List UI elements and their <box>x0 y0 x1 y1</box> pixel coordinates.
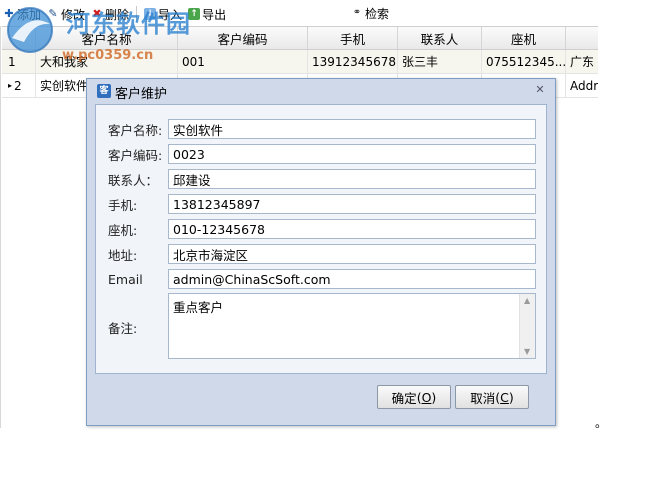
header-index <box>2 27 36 49</box>
field-row-mobile: 手机: <box>108 194 542 214</box>
customer-code-input[interactable] <box>168 144 536 164</box>
trailing-mark: 。 <box>595 416 608 430</box>
scroll-up-icon[interactable]: ▲ <box>524 296 530 305</box>
dialog-titlebar[interactable]: 客 客户维护 ✕ <box>87 79 555 103</box>
table-row[interactable]: 1 大和我家 001 13912345678 张三丰 075512345... … <box>2 50 598 74</box>
dialog-title: 客户维护 <box>115 87 168 102</box>
field-row-name: 客户名称: <box>108 119 542 139</box>
binoculars-icon: ⚭ <box>352 7 362 18</box>
mobile-input[interactable] <box>168 194 536 214</box>
add-button[interactable]: ✚ 添加 <box>0 3 44 25</box>
ok-button[interactable]: 确定(O) <box>377 385 451 409</box>
header-mobile[interactable]: 手机 <box>308 27 398 49</box>
import-icon: ↓ <box>144 8 157 20</box>
contact-input[interactable] <box>168 169 536 189</box>
email-label: Email <box>108 271 143 287</box>
grid-header: 客户名称 客户编码 手机 联系人 座机 <box>2 26 598 50</box>
address-input[interactable] <box>168 244 536 264</box>
ok-shortcut: O <box>421 389 432 405</box>
edit-label: 修改 <box>61 7 86 22</box>
header-address[interactable] <box>566 27 598 49</box>
ok-label: 确定 <box>391 390 417 406</box>
delete-button[interactable]: ✖ 删除 <box>88 3 132 25</box>
header-name[interactable]: 客户名称 <box>36 27 178 49</box>
cancel-label: 取消 <box>470 390 496 406</box>
grid-left-border <box>0 26 1 428</box>
export-button[interactable]: ↑ 导出 <box>185 3 229 25</box>
pencil-icon: ✎ <box>48 7 58 20</box>
cell-code[interactable]: 001 <box>178 50 308 73</box>
customer-dialog: 客 客户维护 ✕ 客户名称: 客户编码: 联系人： 手机: 座机: 地址: <box>86 78 556 426</box>
cell-mobile[interactable]: 13912345678 <box>308 50 398 73</box>
export-label: 导出 <box>202 7 227 22</box>
add-label: 添加 <box>17 7 42 22</box>
note-textarea[interactable]: 重点客户 ▲ ▼ <box>168 293 536 359</box>
search-label: 检索 <box>365 6 390 21</box>
toolbar: ✚ 添加 ✎ 修改 ✖ 删除 ↓ 导入 ↑ 导出 <box>0 2 600 26</box>
contact-label: 联系人： <box>108 172 159 188</box>
field-row-email: Email <box>108 269 542 289</box>
delete-x-icon: ✖ <box>92 7 102 20</box>
row-pointer-icon: ▸ <box>8 81 13 90</box>
field-row-phone: 座机: <box>108 219 542 239</box>
plus-icon: ✚ <box>4 7 14 20</box>
cell-phone[interactable]: 075512345... <box>482 50 566 73</box>
edit-button[interactable]: ✎ 修改 <box>44 3 88 25</box>
field-row-address: 地址: <box>108 244 542 264</box>
note-label: 备注: <box>108 321 138 336</box>
customer-name-input[interactable] <box>168 119 536 139</box>
cell-name[interactable]: 大和我家 <box>36 50 178 73</box>
app-icon: 客 <box>97 84 111 98</box>
field-row-code: 客户编码: <box>108 144 542 164</box>
scroll-down-icon[interactable]: ▼ <box>524 347 530 356</box>
form-panel: 客户名称: 客户编码: 联系人： 手机: 座机: 地址: Email 备注: <box>95 104 547 374</box>
cancel-button[interactable]: 取消(C) <box>455 385 529 409</box>
toolbar-separator <box>136 6 138 22</box>
export-icon: ↑ <box>188 8 201 20</box>
phone-input[interactable] <box>168 219 536 239</box>
header-code[interactable]: 客户编码 <box>178 27 308 49</box>
row-index: ▸ 2 <box>2 74 36 97</box>
cell-contact[interactable]: 张三丰 <box>398 50 482 73</box>
cell-address[interactable]: Addr <box>566 74 598 97</box>
address-label: 地址: <box>108 247 138 263</box>
header-contact[interactable]: 联系人 <box>398 27 482 49</box>
email-input[interactable] <box>168 269 536 289</box>
delete-label: 删除 <box>105 7 130 22</box>
cell-address[interactable]: 广东 <box>566 50 598 73</box>
search-button[interactable]: ⚭ 检索 <box>348 2 392 24</box>
row-index-number: 2 <box>14 78 22 93</box>
row-index: 1 <box>2 50 36 73</box>
phone-label: 座机: <box>108 222 138 238</box>
code-label: 客户编码: <box>108 147 163 163</box>
close-icon[interactable]: ✕ <box>533 83 547 97</box>
dialog-footer: 确定(O) 取消(C) <box>95 375 547 419</box>
import-label: 导入 <box>158 7 183 22</box>
header-phone[interactable]: 座机 <box>482 27 566 49</box>
name-label: 客户名称: <box>108 122 163 138</box>
note-text: 重点客户 <box>173 300 224 315</box>
import-button[interactable]: ↓ 导入 <box>141 3 185 25</box>
cancel-shortcut: C <box>500 389 509 405</box>
field-row-contact: 联系人： <box>108 169 542 189</box>
note-scrollbar[interactable]: ▲ ▼ <box>519 294 535 358</box>
mobile-label: 手机: <box>108 197 138 213</box>
